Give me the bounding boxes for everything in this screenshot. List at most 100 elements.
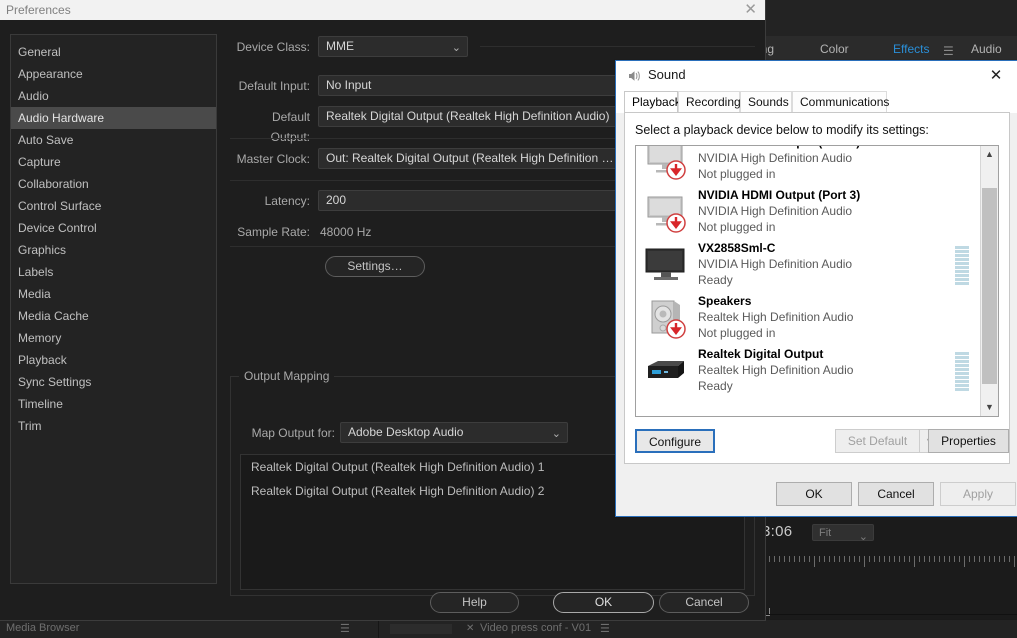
sidebar-item-general[interactable]: General <box>11 41 216 63</box>
playback-device-row[interactable]: VX2858Sml-C NVIDIA High Definition Audio R… <box>636 238 981 291</box>
chevron-down-icon[interactable]: ▼ <box>981 399 998 416</box>
sidebar-item-label: Graphics <box>18 243 67 257</box>
workspace-tab-color[interactable]: Color <box>820 42 849 56</box>
tab-sounds[interactable]: Sounds <box>740 91 792 112</box>
ruler-tick <box>954 556 955 562</box>
sidebar-item-graphics[interactable]: Graphics <box>11 239 216 261</box>
ruler-tick <box>849 556 850 562</box>
map-output-select[interactable]: Adobe Desktop Audio ⌄ <box>340 422 568 443</box>
panel-menu-icon[interactable]: ☰ <box>340 622 350 635</box>
sidebar-item-device-control[interactable]: Device Control <box>11 217 216 239</box>
close-icon[interactable]: ✕ <box>744 1 757 19</box>
properties-button[interactable]: Properties <box>928 429 1009 453</box>
ruler-tick <box>784 556 785 562</box>
sidebar-item-timeline[interactable]: Timeline <box>11 393 216 415</box>
sidebar-item-label: Media <box>18 287 51 301</box>
ruler-tick <box>989 556 990 562</box>
ruler-tick <box>1014 556 1015 567</box>
device-class-value: MME <box>326 39 354 53</box>
sidebar-item-labels[interactable]: Labels <box>11 261 216 283</box>
ruler-tick <box>894 556 895 562</box>
playback-device-row[interactable]: Speakers Realtek High Definition Audio Not… <box>636 291 981 344</box>
tab-recording[interactable]: Recording <box>678 91 741 112</box>
ruler-tick <box>889 556 890 562</box>
set-default-button[interactable]: Set Default <box>835 429 920 453</box>
sidebar-item-capture[interactable]: Capture <box>11 151 216 173</box>
sidebar-item-audio-hardware[interactable]: Audio Hardware <box>11 107 216 129</box>
sidebar-item-label: Audio Hardware <box>18 111 105 125</box>
sidebar-item-sync-settings[interactable]: Sync Settings <box>11 371 216 393</box>
sidebar-item-memory[interactable]: Memory <box>11 327 216 349</box>
default-input-value: No Input <box>326 78 372 92</box>
chevron-down-icon: ⌄ <box>551 428 561 440</box>
device-driver: NVIDIA High Definition Audio <box>698 257 853 271</box>
ruler-tick <box>979 556 980 562</box>
sidebar-item-auto-save[interactable]: Auto Save <box>11 129 216 151</box>
ruler-tick <box>834 556 835 562</box>
device-list-scrollbar[interactable]: ▲ ▼ <box>980 146 998 416</box>
ruler-tick <box>769 556 770 562</box>
close-icon[interactable]: ✕ <box>466 623 474 634</box>
sound-title-text: Sound <box>648 67 686 82</box>
workspace-tab-effects[interactable]: Effects <box>893 42 929 56</box>
sidebar-item-appearance[interactable]: Appearance <box>11 63 216 85</box>
help-button[interactable]: Help <box>430 592 519 613</box>
apply-button[interactable]: Apply <box>940 482 1016 506</box>
sidebar-item-collaboration[interactable]: Collaboration <box>11 173 216 195</box>
output-mapping-title: Output Mapping <box>239 369 335 383</box>
playback-device-row[interactable]: NVIDIA HDMI Output (Port 3) NVIDIA High D… <box>636 185 981 238</box>
panel-divider <box>760 614 1017 615</box>
device-driver: NVIDIA High Definition Audio <box>698 204 853 218</box>
status-bar: Media Browser ☰ ✕ Video press conf - V01… <box>0 619 1017 638</box>
sidebar-item-label: Playback <box>18 353 67 367</box>
sidebar-item-label: Auto Save <box>18 133 74 147</box>
scrollbar-thumb[interactable] <box>982 188 997 384</box>
workspace-tab-audio[interactable]: Audio <box>971 42 1002 56</box>
preferences-title-text: Preferences <box>6 3 71 17</box>
device-status: Not plugged in <box>698 220 776 234</box>
chevron-up-icon[interactable]: ▲ <box>981 146 998 163</box>
sidebar-item-label: Trim <box>18 419 42 433</box>
preferences-category-list[interactable]: General Appearance Audio Audio Hardware Auto… <box>10 34 217 584</box>
ruler-tick <box>824 556 825 562</box>
monitor-dark-icon <box>644 244 688 284</box>
settings-button[interactable]: Settings… <box>325 256 425 277</box>
speaker-box-icon <box>644 297 688 339</box>
zoom-level-select[interactable]: Fit ⌄ <box>812 524 874 543</box>
ruler-tick <box>884 556 885 562</box>
sidebar-item-trim[interactable]: Trim <box>11 415 216 437</box>
device-name: NVIDIA HDMI Output (Port 3) <box>698 188 861 202</box>
status-divider <box>378 620 379 638</box>
sidebar-item-media[interactable]: Media <box>11 283 216 305</box>
ruler-tick <box>899 556 900 562</box>
playback-device-list[interactable]: NVIDIA HDMI Output (Port 2) NVIDIA High D… <box>635 145 999 417</box>
cancel-button[interactable]: Cancel <box>858 482 934 506</box>
playback-device-row[interactable]: NVIDIA HDMI Output (Port 2) NVIDIA High D… <box>636 146 981 185</box>
timeline-ruler[interactable] <box>764 556 1017 572</box>
sidebar-item-playback[interactable]: Playback <box>11 349 216 371</box>
chevron-down-icon: ⌄ <box>451 42 461 54</box>
timecode-display: 3:06 <box>762 523 793 540</box>
speaker-icon <box>629 71 640 81</box>
ok-button[interactable]: OK <box>553 592 654 613</box>
tab-playback[interactable]: Playback <box>624 91 681 112</box>
tab-communications[interactable]: Communications <box>792 91 889 112</box>
ruler-tick <box>794 556 795 562</box>
media-browser-label[interactable]: Media Browser <box>6 622 79 634</box>
sidebar-item-audio[interactable]: Audio <box>11 85 216 107</box>
sidebar-item-media-cache[interactable]: Media Cache <box>11 305 216 327</box>
hamburger-icon[interactable]: ☰ <box>943 44 954 58</box>
ok-button[interactable]: OK <box>776 482 852 506</box>
cancel-button[interactable]: Cancel <box>659 592 749 613</box>
sound-tabstrip: Playback Recording Sounds Communications <box>616 91 1017 113</box>
clip-title-label[interactable]: Video press conf - V01 <box>480 622 591 634</box>
panel-menu-icon-2[interactable]: ☰ <box>600 622 610 635</box>
ruler-tick <box>984 556 985 562</box>
configure-button[interactable]: Configure <box>635 429 715 453</box>
ruler-tick <box>839 556 840 562</box>
playback-device-row[interactable]: Realtek Digital Output Realtek High Defin… <box>636 344 981 397</box>
device-class-select[interactable]: MME ⌄ <box>318 36 468 57</box>
sidebar-item-control-surface[interactable]: Control Surface <box>11 195 216 217</box>
close-icon[interactable]: ✕ <box>974 61 1017 91</box>
ruler-tick <box>874 556 875 562</box>
